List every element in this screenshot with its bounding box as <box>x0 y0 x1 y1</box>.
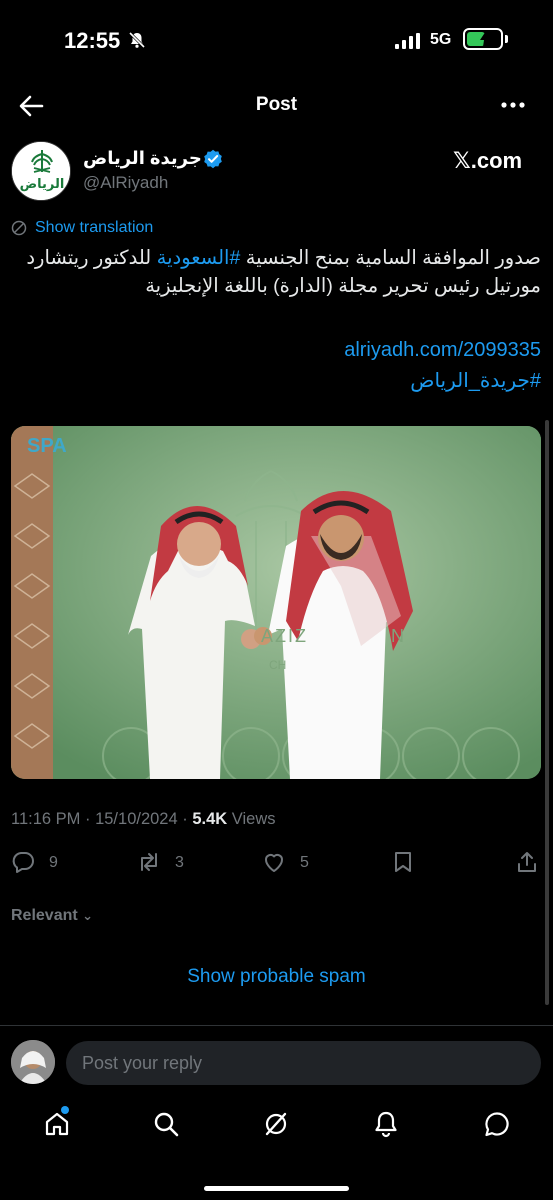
grok-icon <box>265 1112 287 1136</box>
spa-watermark: SPA <box>27 435 67 457</box>
search-icon <box>154 1112 179 1137</box>
nav-home[interactable] <box>43 1110 71 1138</box>
share-button[interactable] <box>515 850 539 878</box>
reply-input[interactable] <box>66 1041 541 1085</box>
views-count: 5.4K <box>192 810 228 828</box>
show-spam-button[interactable]: Show probable spam <box>0 966 553 988</box>
tweet-text: صدور الموافقة السامية بمنح الجنسية #السع… <box>11 244 541 300</box>
repost-button[interactable]: 3 <box>137 850 184 878</box>
reply-count: 9 <box>49 854 58 871</box>
home-icon <box>45 1112 69 1136</box>
scrollbar[interactable] <box>545 420 549 1005</box>
verified-badge-icon <box>204 149 222 169</box>
article-link[interactable]: alriyadh.com/2099335 <box>344 339 541 362</box>
translate-icon <box>11 220 27 236</box>
reply-button[interactable]: 9 <box>11 850 58 878</box>
tweet-text-part1: صدور الموافقة السامية بمنح الجنسية <box>240 247 541 269</box>
views-label: Views <box>231 810 276 828</box>
user-avatar-image <box>11 1040 55 1084</box>
hashtag-riyadh[interactable]: #جريدة_الرياض <box>410 368 541 393</box>
account-avatar[interactable]: الرياض <box>11 141 71 201</box>
post-meta: 11:16 PM · 15/10/2024 · 5.4K Views <box>11 810 276 828</box>
backdrop-text-bottom: CH <box>269 658 287 672</box>
repost-count: 3 <box>175 854 184 871</box>
network-type: 5G <box>430 31 452 48</box>
reply-icon <box>12 852 34 873</box>
signal-icon <box>395 33 420 49</box>
chevron-down-icon: ⌄ <box>82 908 94 923</box>
avatar-text: الرياض <box>19 176 65 191</box>
nav-notifications[interactable] <box>372 1110 400 1138</box>
backdrop-text-right: N <box>391 626 404 646</box>
more-options-icon[interactable] <box>500 100 526 110</box>
nav-grok[interactable] <box>262 1110 290 1138</box>
riyadh-logo-icon <box>12 142 70 200</box>
user-avatar[interactable] <box>11 1040 55 1084</box>
account-handle[interactable]: @AlRiyadh <box>83 173 168 193</box>
like-count: 5 <box>300 854 309 871</box>
bookmark-icon <box>395 852 411 872</box>
bell-icon <box>375 1111 397 1138</box>
repost-icon <box>141 853 157 871</box>
divider <box>0 1025 553 1026</box>
heart-icon <box>265 854 283 872</box>
share-icon <box>518 852 536 872</box>
hashtag-saudi[interactable]: #السعودية <box>157 247 241 269</box>
source-label: 𝕏.com <box>453 148 523 173</box>
battery-icon <box>463 28 503 50</box>
backdrop-text-left: AZIZ <box>261 626 308 646</box>
post-time: 11:16 PM <box>11 810 81 828</box>
tweet-photo[interactable]: SPA AZIZ N CH <box>11 426 541 779</box>
messages-icon <box>485 1112 509 1137</box>
sort-label: Relevant <box>11 907 78 924</box>
bell-muted-icon <box>128 31 146 49</box>
post-date: 15/10/2024 <box>95 810 178 828</box>
status-time: 12:55 <box>64 28 121 53</box>
home-indicator <box>204 1186 349 1191</box>
page-title: Post <box>255 94 298 115</box>
notification-dot <box>61 1106 69 1114</box>
nav-messages[interactable] <box>483 1110 511 1138</box>
like-button[interactable]: 5 <box>262 850 309 878</box>
nav-search[interactable] <box>152 1110 180 1138</box>
bookmark-button[interactable] <box>391 850 415 878</box>
sort-replies-dropdown[interactable]: Relevant ⌄ <box>11 907 93 925</box>
battery-tip <box>505 35 508 43</box>
account-name[interactable]: جريدة الرياض <box>83 148 202 169</box>
show-translation-link[interactable]: Show translation <box>35 219 153 237</box>
photo-illustration <box>11 426 541 779</box>
